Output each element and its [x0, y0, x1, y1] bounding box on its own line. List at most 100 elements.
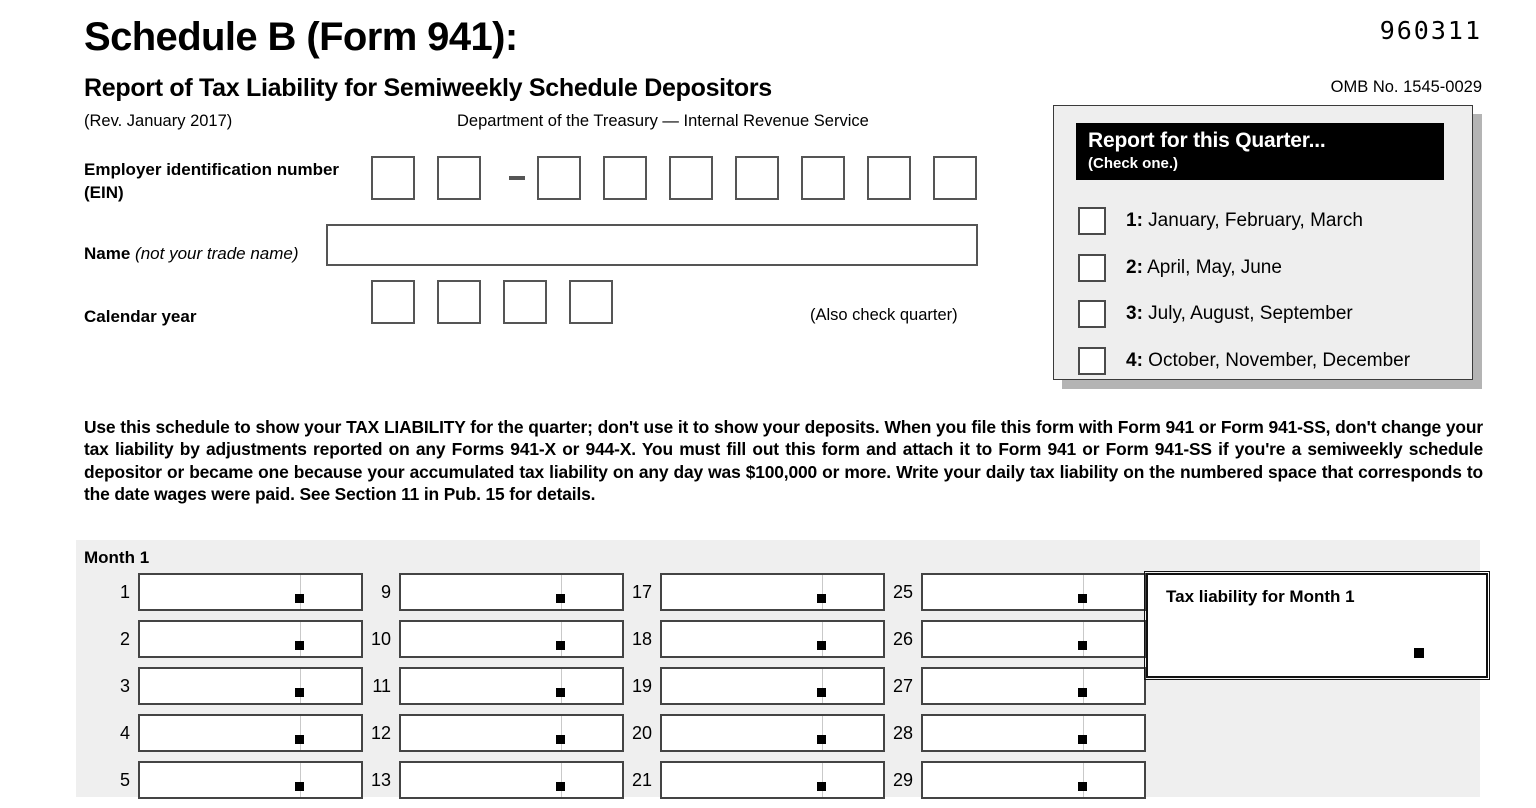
- decimal-point-icon: [817, 782, 826, 791]
- day-amount-input[interactable]: [921, 667, 1146, 705]
- cents-divider: [300, 716, 301, 750]
- day-amount-input[interactable]: [399, 667, 624, 705]
- day-amount-input[interactable]: [921, 761, 1146, 799]
- day-amount-input[interactable]: [399, 573, 624, 611]
- quarter-option-label-3: 3: July, August, September: [1126, 303, 1353, 324]
- day-number-label: 29: [892, 770, 913, 790]
- calendar-year-digit-box[interactable]: [503, 280, 547, 324]
- day-amount-input[interactable]: [921, 620, 1146, 658]
- also-check-quarter-note: (Also check quarter): [810, 306, 958, 324]
- day-amount-input[interactable]: [138, 714, 363, 752]
- ein-digit-box[interactable]: [603, 156, 647, 200]
- quarter-option-number-2: 2:: [1126, 256, 1143, 278]
- quarter-option-2[interactable]: 2: April, May, June: [1078, 253, 1282, 283]
- cents-divider: [300, 763, 301, 797]
- day-amount-input[interactable]: [921, 714, 1146, 752]
- cents-divider: [1083, 622, 1084, 656]
- ein-digit-box[interactable]: [437, 156, 481, 200]
- day-amount-input[interactable]: [660, 573, 885, 611]
- name-input[interactable]: [326, 224, 978, 266]
- quarter-option-1[interactable]: 1: January, February, March: [1078, 206, 1363, 236]
- day-amount-input[interactable]: [660, 667, 885, 705]
- decimal-point-icon: [1078, 641, 1087, 650]
- day-number-label: 5: [119, 770, 130, 790]
- form-code: 960311: [1379, 16, 1482, 45]
- cents-divider: [1083, 716, 1084, 750]
- ein-digit-box[interactable]: [867, 156, 911, 200]
- day-number-label: 19: [631, 676, 652, 696]
- calendar-year-digit-box[interactable]: [437, 280, 481, 324]
- ein-digit-box[interactable]: [371, 156, 415, 200]
- name-label-bold: Name: [84, 244, 131, 263]
- cents-divider: [300, 669, 301, 703]
- ein-dash-separator: [509, 176, 525, 180]
- day-amount-input[interactable]: [660, 714, 885, 752]
- quarter-checkbox-1[interactable]: [1078, 207, 1106, 235]
- decimal-point-icon: [556, 688, 565, 697]
- decimal-point-icon: [556, 735, 565, 744]
- instructions-paragraph: Use this schedule to show your TAX LIABI…: [84, 417, 1483, 504]
- quarter-panel-subtitle: (Check one.): [1088, 155, 1179, 173]
- decimal-point-icon: [817, 688, 826, 697]
- decimal-point-icon: [1078, 594, 1087, 603]
- day-number-label: 4: [119, 723, 130, 743]
- ein-digit-box[interactable]: [669, 156, 713, 200]
- day-amount-input[interactable]: [399, 761, 624, 799]
- ein-digit-box[interactable]: [537, 156, 581, 200]
- quarter-checkbox-2[interactable]: [1078, 253, 1106, 282]
- quarter-option-4[interactable]: 4: October, November, December: [1078, 346, 1410, 376]
- day-amount-input[interactable]: [138, 761, 363, 799]
- cents-divider: [561, 622, 562, 656]
- day-number-label: 21: [631, 770, 652, 790]
- quarter-option-3[interactable]: 3: July, August, September: [1078, 299, 1353, 329]
- cents-divider: [561, 575, 562, 609]
- decimal-point-icon: [556, 782, 565, 791]
- day-number-label: 18: [631, 629, 652, 649]
- calendar-year-digit-box[interactable]: [569, 280, 613, 324]
- day-number-label: 3: [119, 676, 130, 696]
- day-amount-input[interactable]: [921, 573, 1146, 611]
- calendar-year-label: Calendar year: [84, 307, 197, 326]
- month-1-label: Month 1: [84, 548, 150, 567]
- name-label-italic: (not your trade name): [135, 244, 299, 263]
- cents-divider: [1083, 763, 1084, 797]
- day-amount-input[interactable]: [138, 573, 363, 611]
- month-1-section: Month 1 1 2 3 4 5 9 10 11 12 13 17 18 19 20 21 25 26 27 28…: [76, 540, 1490, 799]
- day-number-label: 12: [370, 723, 391, 743]
- day-amount-input[interactable]: [660, 620, 885, 658]
- day-number-label: 10: [370, 629, 391, 649]
- decimal-point-icon: [817, 641, 826, 650]
- day-amount-input[interactable]: [138, 620, 363, 658]
- calendar-year-digit-box[interactable]: [371, 280, 415, 324]
- ein-label: Employer identification number (EIN): [84, 159, 339, 205]
- tax-liability-month-1-label: Tax liability for Month 1: [1166, 587, 1355, 606]
- cents-divider: [300, 622, 301, 656]
- day-number-label: 25: [892, 582, 913, 602]
- cents-divider: [561, 716, 562, 750]
- cents-divider: [300, 575, 301, 609]
- decimal-point-icon: [1078, 735, 1087, 744]
- quarter-checkbox-4[interactable]: [1078, 346, 1106, 375]
- day-number-label: 11: [372, 676, 391, 696]
- agency-line: Department of the Treasury — Internal Re…: [457, 112, 869, 130]
- decimal-point-icon: [1078, 688, 1087, 697]
- day-amount-input[interactable]: [138, 667, 363, 705]
- quarter-panel-title: Report for this Quarter...: [1088, 129, 1326, 152]
- ein-digit-box[interactable]: [801, 156, 845, 200]
- cents-divider: [822, 575, 823, 609]
- quarter-option-label-4: 4: October, November, December: [1126, 349, 1411, 371]
- decimal-point-icon: [556, 641, 565, 650]
- day-number-label: 20: [631, 723, 652, 743]
- day-number-label: 26: [892, 629, 913, 649]
- day-amount-input[interactable]: [660, 761, 885, 799]
- decimal-point-icon: [817, 735, 826, 744]
- quarter-checkbox-3[interactable]: [1078, 300, 1106, 328]
- ein-digit-box[interactable]: [735, 156, 779, 200]
- tax-liability-month-1-box[interactable]: Tax liability for Month 1: [1144, 571, 1490, 680]
- cents-divider: [561, 669, 562, 703]
- day-number-label: 17: [631, 582, 652, 602]
- quarter-option-number-3: 3:: [1126, 303, 1143, 324]
- ein-digit-box[interactable]: [933, 156, 977, 200]
- day-amount-input[interactable]: [399, 714, 624, 752]
- day-amount-input[interactable]: [399, 620, 624, 658]
